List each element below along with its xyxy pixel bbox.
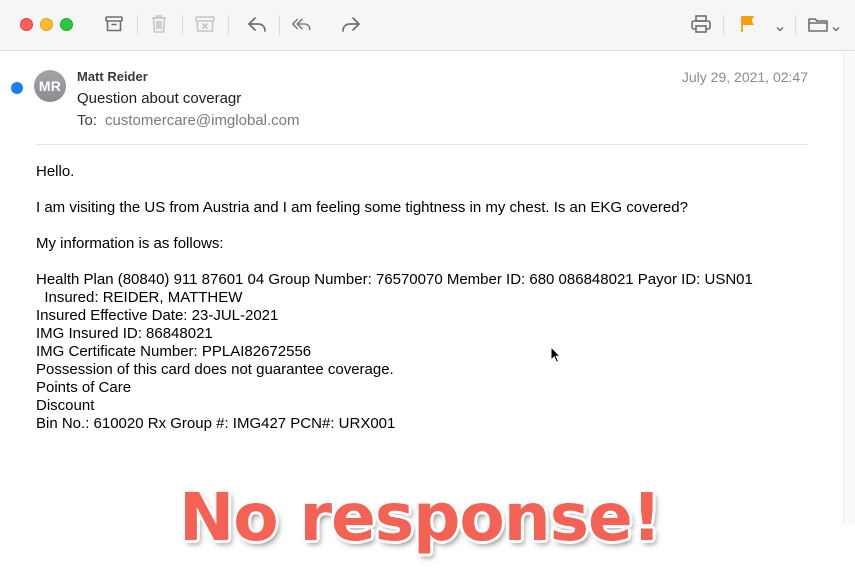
body-greeting: Hello. (36, 163, 75, 180)
insurance-info-block: Health Plan (80840) 911 87601 04 Group N… (36, 271, 753, 433)
header-divider (36, 144, 808, 145)
body-paragraph: I am visiting the US from Austria and I … (36, 199, 688, 216)
print-icon[interactable] (690, 13, 712, 35)
info-line: Possession of this card does not guarant… (36, 361, 394, 378)
toolbar-divider (279, 15, 280, 35)
to-label: To: (77, 112, 98, 129)
avatar: MR (34, 70, 66, 102)
zoom-window-button[interactable] (60, 18, 73, 31)
info-line: Bin No.: 610020 Rx Group #: IMG427 PCN#:… (36, 415, 396, 432)
toolbar-divider (182, 15, 183, 35)
message-date: July 29, 2021, 02:47 (681, 69, 808, 85)
info-line: Insured Effective Date: 23-JUL-2021 (36, 307, 279, 324)
recipient-row: To: customercare@imglobal.com (77, 112, 299, 129)
reply-icon[interactable] (246, 13, 268, 35)
toolbar-divider (228, 15, 229, 35)
info-line: IMG Certificate Number: PPLAI82672556 (36, 343, 312, 360)
info-line: Discount (36, 397, 95, 414)
forward-icon[interactable] (340, 13, 362, 35)
avatar-initials: MR (38, 78, 62, 94)
mouse-pointer-icon (550, 345, 562, 369)
reply-all-icon[interactable] (291, 13, 313, 35)
toolbar (0, 0, 855, 51)
sender-name[interactable]: Matt Reider (77, 69, 148, 84)
info-line: Insured: REIDER, MATTHEW (36, 289, 243, 306)
info-line: Points of Care (36, 379, 132, 396)
toolbar-divider (137, 15, 138, 35)
chevron-down-icon[interactable] (832, 20, 840, 32)
move-to-folder-icon[interactable] (807, 13, 829, 35)
message-body: Hello. I am visiting the US from Austria… (36, 163, 753, 433)
overlay-caption: No response! (179, 479, 662, 556)
recipient-address[interactable]: customercare@imglobal.com (105, 112, 299, 129)
close-window-button[interactable] (20, 18, 33, 31)
trash-icon[interactable] (148, 13, 170, 35)
body-paragraph: My information is as follows: (36, 235, 224, 252)
message-subject: Question about coveragr (77, 90, 242, 107)
unread-indicator (11, 82, 23, 94)
toolbar-divider (795, 15, 796, 35)
info-line: IMG Insured ID: 86848021 (36, 325, 213, 342)
chevron-down-icon[interactable] (776, 20, 784, 32)
info-line: Health Plan (80840) 911 87601 04 Group N… (36, 271, 753, 288)
minimize-window-button[interactable] (40, 18, 53, 31)
archive-icon[interactable] (103, 13, 125, 35)
scrollbar-track[interactable] (843, 52, 855, 524)
flag-icon[interactable] (737, 13, 759, 35)
toolbar-divider (723, 15, 724, 35)
junk-icon[interactable] (194, 13, 216, 35)
